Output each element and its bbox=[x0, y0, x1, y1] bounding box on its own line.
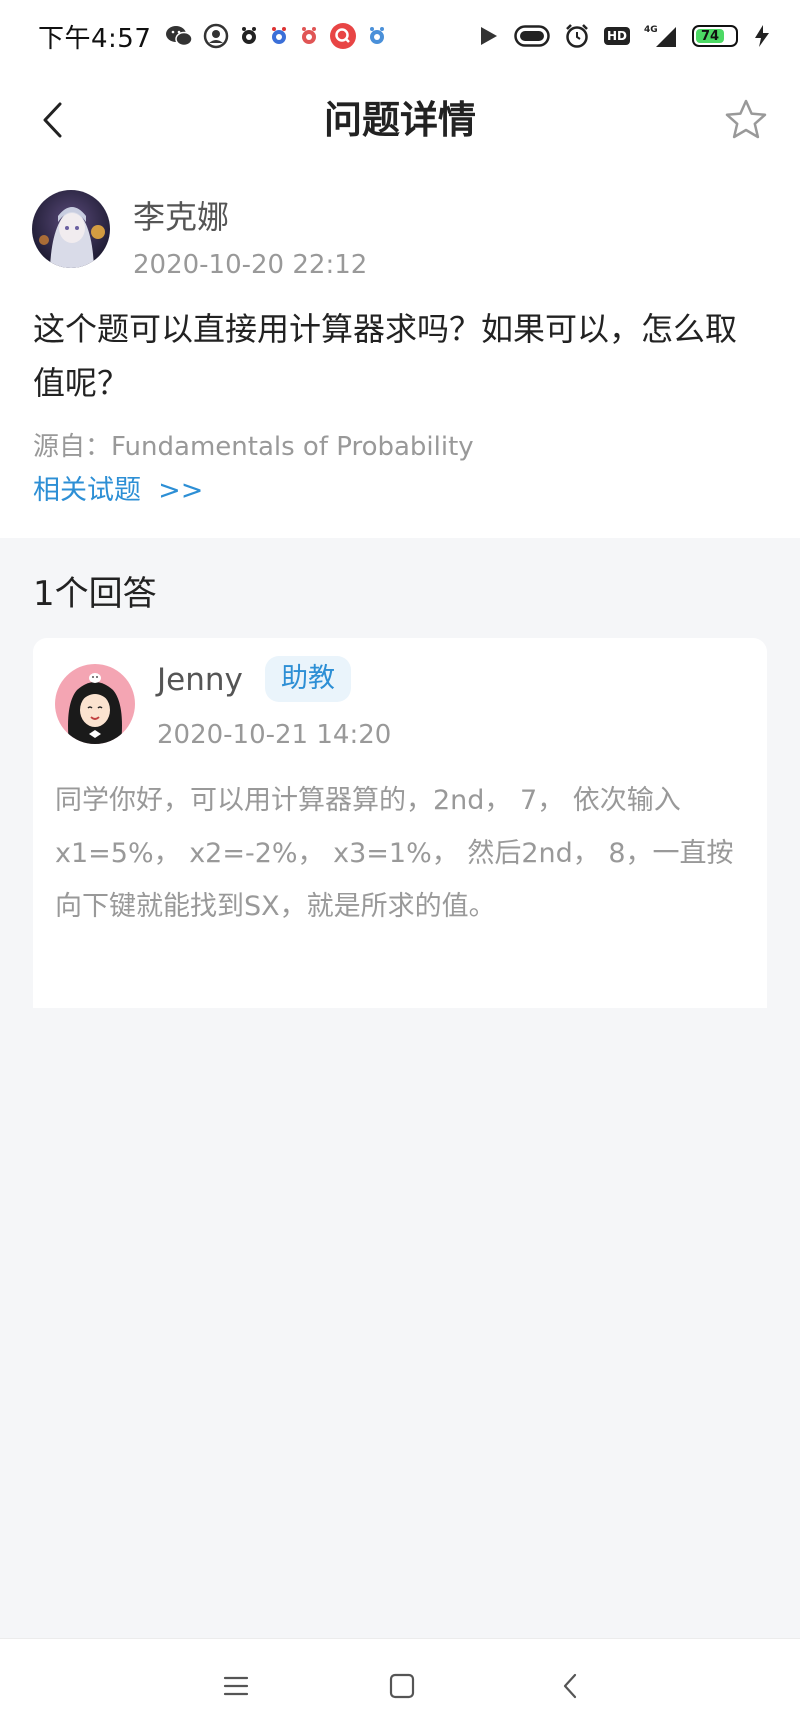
avatar[interactable] bbox=[55, 664, 135, 744]
notification-icons bbox=[165, 22, 387, 50]
signal-icon: 4G bbox=[644, 23, 678, 49]
avatar[interactable] bbox=[32, 190, 110, 268]
related-label: 相关试题 bbox=[33, 475, 141, 506]
menu-icon bbox=[223, 1676, 249, 1696]
home-button[interactable] bbox=[377, 1661, 427, 1711]
question-source: 源自：Fundamentals of Probability bbox=[33, 426, 474, 463]
system-navigation-bar bbox=[0, 1638, 800, 1733]
answers-count: 1个回答 bbox=[33, 574, 157, 614]
header-bar: 问题详情 bbox=[0, 72, 800, 168]
page-title: 问题详情 bbox=[323, 98, 476, 142]
related-arrow-icon: >> bbox=[158, 475, 204, 506]
app-notification-icon bbox=[367, 25, 387, 47]
answers-section: 1个回答 Jenny 助教 2020-10-21 14:20 同学你好，可以用计… bbox=[0, 538, 800, 1638]
app-notification-icon bbox=[269, 25, 289, 47]
search-app-icon bbox=[329, 22, 357, 50]
hd-label: HD bbox=[603, 27, 630, 45]
status-time: 下午4:57 bbox=[38, 23, 152, 54]
system-status-icons: HD 4G 74 bbox=[478, 23, 772, 49]
menu-button[interactable] bbox=[211, 1661, 261, 1711]
source-name: Fundamentals of Probability bbox=[111, 432, 474, 462]
app-notification-icon bbox=[239, 25, 259, 47]
app-notification-icon bbox=[299, 25, 319, 47]
toggle-icon bbox=[514, 25, 550, 47]
battery-indicator: 74 bbox=[692, 25, 738, 47]
question-section: 李克娜 2020-10-20 22:12 这个题可以直接用计算器求吗？如果可以，… bbox=[0, 168, 800, 538]
answer-text: 同学你好，可以用计算器算的，2nd， 7， 依次输入x1=5%， x2=-2%，… bbox=[55, 785, 734, 922]
question-timestamp: 2020-10-20 22:12 bbox=[133, 250, 368, 280]
back-button[interactable] bbox=[30, 94, 74, 146]
alarm-icon bbox=[564, 23, 590, 49]
star-outline-icon bbox=[725, 99, 767, 139]
home-square-icon bbox=[389, 1673, 415, 1699]
answerer-name[interactable]: Jenny bbox=[157, 662, 243, 698]
battery-level: 74 bbox=[696, 29, 725, 44]
role-badge: 助教 bbox=[265, 656, 351, 702]
back-triangle-icon bbox=[563, 1673, 577, 1699]
system-back-button[interactable] bbox=[545, 1661, 595, 1711]
status-bar: 下午4:57 HD 4G 74 bbox=[0, 0, 800, 72]
source-prefix: 源自： bbox=[33, 432, 112, 462]
answer-card: Jenny 助教 2020-10-21 14:20 同学你好，可以用计算器算的，… bbox=[33, 638, 767, 1008]
answer-timestamp: 2020-10-21 14:20 bbox=[157, 720, 392, 750]
chevron-left-icon bbox=[43, 102, 62, 138]
app-notification-icon bbox=[203, 23, 229, 49]
related-questions-link[interactable]: 相关试题 >> bbox=[33, 468, 203, 507]
charging-icon bbox=[752, 24, 772, 48]
battery-icon: 74 bbox=[692, 25, 738, 47]
svg-text:4G: 4G bbox=[644, 25, 658, 35]
wechat-icon bbox=[165, 24, 194, 48]
question-text: 这个题可以直接用计算器求吗？如果可以，怎么取值呢？ bbox=[33, 310, 738, 402]
asker-name[interactable]: 李克娜 bbox=[133, 192, 229, 238]
hd-icon: HD bbox=[603, 27, 630, 45]
favorite-button[interactable] bbox=[720, 94, 772, 146]
play-icon bbox=[478, 24, 500, 48]
